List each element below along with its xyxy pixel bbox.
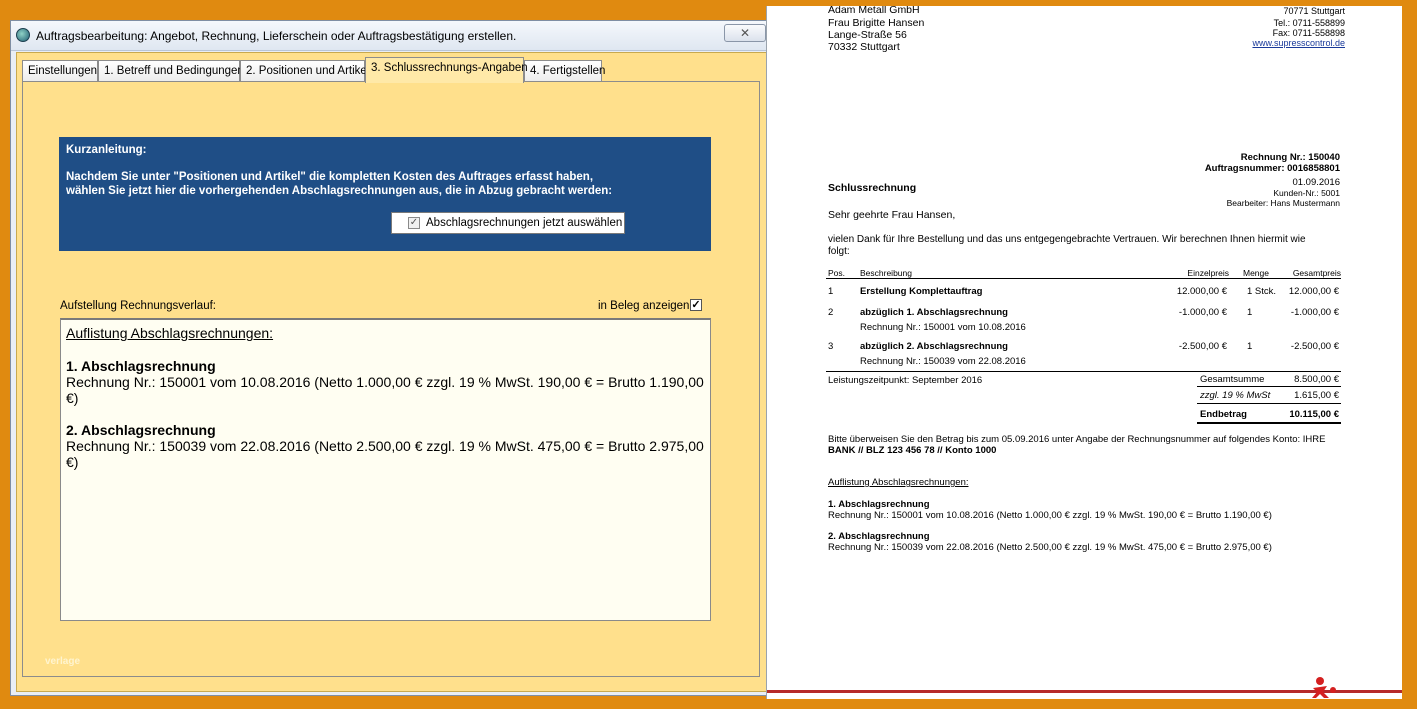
recipient-name: Frau Brigitte Hansen (828, 17, 925, 29)
recipient-street: Lange-Straße 56 (828, 29, 907, 41)
table-header-rule (826, 278, 1341, 279)
header-description: Beschreibung (860, 268, 912, 278)
window-client: Einstellungen 1. Betreff und Bedingungen… (16, 52, 770, 692)
row-3-description: abzüglich 2. Abschlagsrechnung (860, 341, 1008, 352)
instruction-box: Kurzanleitung: Nachdem Sie unter "Positi… (59, 137, 711, 251)
list-item-title: 1. Abschlagsrechnung (66, 358, 216, 374)
recipient-city: 70332 Stuttgart (828, 41, 900, 53)
sender-website-link[interactable]: www.supresscontrol.de (1145, 38, 1345, 48)
row-1-unit-price: 12.000,00 € (1176, 286, 1227, 297)
title-bar[interactable]: Auftragsbearbeitung: Angebot, Rechnung, … (11, 21, 774, 51)
show-in-document-checkbox[interactable]: ✓ (690, 299, 702, 311)
row-2-subtext: Rechnung Nr.: 150001 vom 10.08.2016 (860, 322, 1026, 333)
doc-list-heading: Auflistung Abschlagsrechnungen: (828, 477, 969, 488)
intro-line-2: folgt: (828, 246, 850, 257)
document-preview: Adam Metall GmbH Frau Brigitte Hansen La… (766, 6, 1402, 699)
doc-list-item-2-line: Rechnung Nr.: 150039 vom 22.08.2016 (Net… (828, 542, 1272, 553)
checkmark-icon: ✓ (408, 217, 420, 229)
tab-fertigstellen[interactable]: 4. Fertigstellen (524, 60, 605, 82)
table-bottom-rule (826, 371, 1341, 372)
list-item-line: Rechnung Nr.: 150039 vom 22.08.2016 (Net… (66, 438, 704, 470)
vat-rule (1197, 403, 1341, 404)
company-logo-icon (1312, 677, 1336, 698)
header-unit-price: Einzelpreis (1187, 268, 1229, 278)
history-label: Aufstellung Rechnungsverlauf: (60, 300, 216, 312)
instruction-line-2: wählen Sie jetzt hier die vorhergehenden… (66, 185, 613, 197)
row-2-quantity: 1 (1247, 307, 1253, 318)
invoice-date: 01.09.2016 (1292, 177, 1340, 188)
list-item-title: 2. Abschlagsrechnung (66, 422, 216, 438)
payment-line-1: Bitte überweisen Sie den Betrag bis zum … (828, 434, 1326, 445)
row-2-pos: 2 (828, 307, 834, 318)
row-1-description: Erstellung Komplettauftrag (860, 286, 983, 297)
sum-rule (1197, 386, 1341, 387)
tab-einstellungen[interactable]: Einstellungen (22, 60, 98, 82)
row-3-unit-price: -2.500,00 € (1178, 341, 1227, 352)
row-3-subtext: Rechnung Nr.: 150039 vom 22.08.2016 (860, 356, 1026, 367)
sender-phone: Tel.: 0711-558899 (1273, 18, 1345, 28)
salutation: Sehr geehrte Frau Hansen, (828, 209, 956, 221)
final-rule (1197, 422, 1341, 424)
sender-city: 70771 Stuttgart (1283, 6, 1345, 16)
doc-list-item-2-title: 2. Abschlagsrechnung (828, 531, 930, 542)
recipient-company: Adam Metall GmbH (828, 6, 920, 16)
tab-betreff-bedingungen[interactable]: 1. Betreff und Bedingungen (98, 60, 244, 82)
select-partial-invoices-button[interactable]: ✓ Abschlagsrechnungen jetzt auswählen (391, 212, 625, 234)
row-3-total: -2.500,00 € (1290, 341, 1339, 352)
app-icon (16, 28, 30, 42)
sum-label: Gesamtsumme (1200, 374, 1265, 385)
show-in-document-label: in Beleg anzeigen (598, 300, 690, 312)
tab-schlussrechnungs-angaben[interactable]: 3. Schlussrechnungs-Angaben (365, 57, 528, 83)
doc-list-item-1-line: Rechnung Nr.: 150001 vom 10.08.2016 (Net… (828, 510, 1272, 521)
select-button-label: Abschlagsrechnungen jetzt auswählen (426, 217, 623, 229)
customer-number: Kunden-Nr.: 5001 (1273, 188, 1340, 198)
doc-list-item-1-title: 1. Abschlagsrechnung (828, 499, 930, 510)
invoice-number: Rechnung Nr.: 150040 (1240, 152, 1340, 163)
row-2-unit-price: -1.000,00 € (1178, 307, 1227, 318)
sum-value: 8.500,00 € (1294, 374, 1339, 385)
vat-label: zzgl. 19 % MwSt (1200, 390, 1271, 401)
sender-fax: Fax: 0711-558898 (1272, 28, 1345, 38)
brand-watermark: verlage (45, 656, 81, 667)
header-pos: Pos. (828, 268, 846, 278)
row-3-quantity: 1 (1247, 341, 1253, 352)
final-amount-value: 10.115,00 € (1289, 409, 1339, 420)
order-processing-window: Auftragsbearbeitung: Angebot, Rechnung, … (10, 20, 775, 696)
close-button[interactable]: ✕ (724, 24, 766, 42)
instruction-title: Kurzanleitung: (66, 144, 147, 156)
tab-panel: Kurzanleitung: Nachdem Sie unter "Positi… (22, 81, 760, 677)
tab-positionen-artikel[interactable]: 2. Positionen und Artikel (240, 60, 369, 82)
footer-red-line (767, 690, 1402, 693)
invoice-history-textbox[interactable]: Auflistung Abschlagsrechnungen: 1. Absch… (60, 318, 711, 621)
row-2-total: -1.000,00 € (1290, 307, 1339, 318)
list-item-line: Rechnung Nr.: 150001 vom 10.08.2016 (Net… (66, 374, 704, 406)
payment-line-2: BANK // BLZ 123 456 78 // Konto 1000 (828, 445, 997, 456)
editor-name: Bearbeiter: Hans Mustermann (1226, 198, 1340, 208)
row-1-total: 12.000,00 € (1288, 286, 1339, 297)
row-3-pos: 3 (828, 341, 834, 352)
invoice-document: Adam Metall GmbH Frau Brigitte Hansen La… (767, 6, 1402, 699)
row-2-description: abzüglich 1. Abschlagsrechnung (860, 307, 1008, 318)
window-title: Auftragsbearbeitung: Angebot, Rechnung, … (36, 29, 517, 43)
instruction-text: Nachdem Sie unter "Positionen und Artike… (66, 170, 696, 198)
instruction-line-1: Nachdem Sie unter "Positionen und Artike… (66, 171, 594, 183)
document-subject: Schlussrechnung (828, 182, 917, 194)
row-1-pos: 1 (828, 286, 834, 297)
order-number: Auftragsnummer: 0016858801 (1204, 163, 1340, 174)
header-quantity: Menge (1243, 268, 1269, 278)
vat-value: 1.615,00 € (1294, 390, 1339, 401)
list-heading: Auflistung Abschlagsrechnungen: (66, 325, 274, 341)
service-period: Leistungszeitpunkt: September 2016 (828, 375, 983, 386)
header-total: Gesamtpreis (1292, 268, 1341, 278)
intro-line-1: vielen Dank für Ihre Bestellung und das … (828, 234, 1306, 245)
final-amount-label: Endbetrag (1200, 409, 1247, 420)
